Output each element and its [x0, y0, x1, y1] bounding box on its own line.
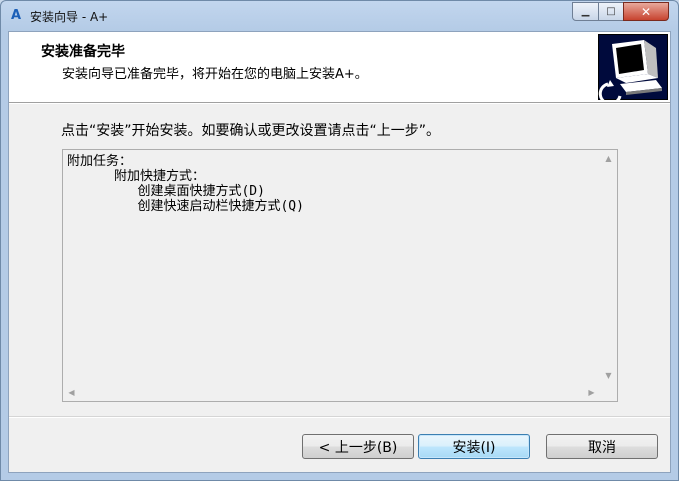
close-icon: ✕: [640, 4, 652, 19]
maximize-button[interactable]: □: [598, 2, 624, 21]
computer-install-icon: [598, 34, 668, 100]
memo-line: 创建快速启动栏快捷方式(Q): [67, 199, 304, 214]
ready-memo[interactable]: 附加任务： 附加快捷方式： 创建桌面快捷方式(D) 创建快速启动栏快捷方式(Q)…: [62, 149, 618, 402]
title-bar[interactable]: A 安装向导 - A+ ▁ □ ✕: [1, 1, 678, 31]
vertical-scrollbar[interactable]: ▲ ▼: [600, 150, 617, 384]
scroll-right-icon[interactable]: ▶: [583, 384, 600, 401]
minimize-icon: ▁: [581, 6, 590, 17]
scroll-up-icon[interactable]: ▲: [600, 150, 617, 167]
back-button[interactable]: < 上一步(B): [302, 434, 414, 459]
app-logo-icon: A: [10, 8, 22, 23]
page-subtitle: 安装向导已准备完毕，将开始在您的电脑上安装A+。: [62, 67, 368, 82]
memo-text: 附加任务： 附加快捷方式： 创建桌面快捷方式(D) 创建快速启动栏快捷方式(Q): [67, 154, 597, 379]
scroll-left-icon[interactable]: ◀: [63, 384, 80, 401]
memo-line: 附加任务：: [67, 154, 133, 169]
footer-divider-highlight: [9, 417, 670, 418]
minimize-button[interactable]: ▁: [572, 2, 599, 21]
page-title: 安装准备完毕: [41, 44, 125, 60]
memo-line: 附加快捷方式：: [67, 169, 205, 184]
header-divider: [9, 103, 670, 104]
window-title: 安装向导 - A+: [30, 10, 109, 24]
install-button[interactable]: 安装(I): [418, 434, 530, 459]
installer-window: A 安装向导 - A+ ▁ □ ✕ 安装准备完毕 安装向导已准备完毕，将开始在您…: [0, 0, 679, 481]
memo-line: 创建桌面快捷方式(D): [67, 184, 265, 199]
instruction-text: 点击“安装”开始安装。如要确认或更改设置请点击“上一步”。: [61, 123, 441, 139]
wizard-header: 安装准备完毕 安装向导已准备完毕，将开始在您的电脑上安装A+。: [9, 32, 670, 103]
maximize-icon: □: [606, 6, 616, 17]
scroll-down-icon[interactable]: ▼: [600, 367, 617, 384]
scrollbar-corner: [600, 384, 617, 401]
horizontal-scrollbar[interactable]: ◀ ▶: [63, 384, 600, 401]
close-button[interactable]: ✕: [623, 2, 669, 21]
wizard-body: 安装准备完毕 安装向导已准备完毕，将开始在您的电脑上安装A+。 点击“安装”开始…: [8, 31, 671, 473]
cancel-button[interactable]: 取消: [546, 434, 658, 459]
